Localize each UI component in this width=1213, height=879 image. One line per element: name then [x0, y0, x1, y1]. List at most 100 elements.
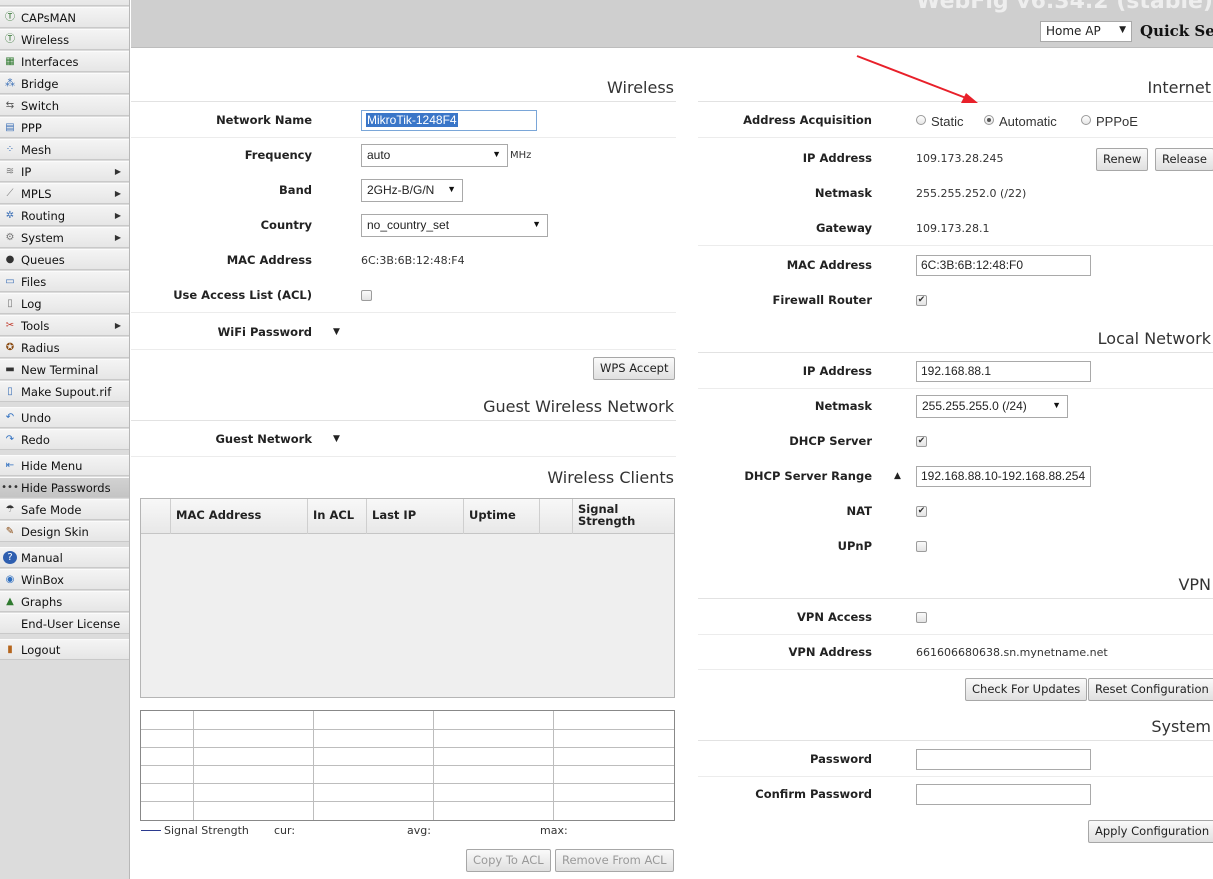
signal-strength-graph: [140, 710, 675, 821]
interfaces-icon: ▦: [5, 55, 15, 67]
sidebar-item-label: Tools: [21, 318, 50, 333]
vpn-access-checkbox[interactable]: [916, 612, 927, 623]
sidebar-item-graphs[interactable]: ▲ Graphs: [0, 591, 129, 612]
band-value: 2GHz-B/G/N: [367, 183, 435, 197]
radio-automatic[interactable]: [984, 115, 994, 125]
lan-ip-input[interactable]: 192.168.88.1: [916, 361, 1091, 382]
release-button[interactable]: Release: [1155, 148, 1213, 171]
frequency-select[interactable]: auto ▼: [361, 144, 508, 167]
vpn-address-label: VPN Address: [788, 645, 872, 659]
sidebar-item-queues[interactable]: ● Queues: [0, 249, 129, 270]
column-last-ip[interactable]: Last IP: [366, 499, 463, 534]
column-uptime[interactable]: Uptime: [463, 499, 539, 534]
bridge-icon: ⁂: [5, 77, 15, 89]
apply-configuration-button[interactable]: Apply Configuration: [1088, 820, 1213, 843]
wan-netmask-row: Netmask 255.255.252.0 (/22): [698, 176, 1213, 211]
wps-accept-button[interactable]: WPS Accept: [593, 357, 676, 380]
sidebar-item-label: WinBox: [21, 572, 64, 587]
system-icon: ⚙: [5, 231, 15, 243]
collapse-triangle-icon[interactable]: ▲: [894, 471, 901, 481]
acl-checkbox[interactable]: [361, 290, 372, 301]
sidebar-item-hide-passwords[interactable]: ••• Hide Passwords: [0, 477, 129, 498]
network-name-input[interactable]: MikroTik-1248F4: [361, 110, 537, 131]
sidebar-item-wireless[interactable]: Ⓣ Wireless: [0, 29, 129, 50]
dhcp-server-checkbox[interactable]: ✔: [916, 436, 927, 447]
sidebar-item-label: Files: [21, 274, 47, 289]
remove-from-acl-button[interactable]: Remove From ACL: [555, 849, 674, 872]
sidebar-item-label: Manual: [21, 550, 63, 565]
copy-to-acl-button[interactable]: Copy To ACL: [466, 849, 551, 872]
sidebar-item-hide-menu[interactable]: ⇤ Hide Menu: [0, 455, 129, 476]
sidebar-item-undo[interactable]: ↶ Undo: [0, 407, 129, 428]
ppp-icon: ▤: [5, 121, 15, 133]
firewall-checkbox[interactable]: ✔: [916, 295, 927, 306]
sidebar-item-switch[interactable]: ⇆ Switch: [0, 95, 129, 116]
sidebar-item-make-supout-rif[interactable]: ▯ Make Supout.rif: [0, 381, 129, 402]
band-select[interactable]: 2GHz-B/G/N ▼: [361, 179, 463, 202]
sidebar-item-capsman[interactable]: Ⓣ CAPsMAN: [0, 7, 129, 28]
column-mac-address[interactable]: MAC Address: [170, 499, 307, 534]
sidebar-item-mesh[interactable]: ⁘ Mesh: [0, 139, 129, 160]
dhcp-range-row: DHCP Server Range ▲ 192.168.88.10-192.16…: [698, 459, 1213, 494]
check-for-updates-button[interactable]: Check For Updates: [965, 678, 1088, 701]
lan-netmask-value: 255.255.255.0 (/24): [922, 399, 1027, 413]
queues-icon: ●: [5, 253, 15, 265]
sidebar-item-system[interactable]: ⚙ System ▶: [0, 227, 129, 248]
routing-icon: ✲: [5, 209, 15, 221]
column-in-acl[interactable]: In ACL: [307, 499, 366, 534]
confirm-password-label: Confirm Password: [755, 787, 872, 801]
radio-static[interactable]: [916, 115, 926, 125]
internet-section-title: Internet: [698, 74, 1213, 102]
sidebar-item-winbox[interactable]: ◉ WinBox: [0, 569, 129, 590]
sidebar-item-radius[interactable]: ✪ Radius: [0, 337, 129, 358]
files-icon: ▭: [5, 275, 15, 287]
country-select[interactable]: no_country_set ▼: [361, 214, 548, 237]
sidebar-item-tools[interactable]: ✂ Tools ▶: [0, 315, 129, 336]
lan-netmask-select[interactable]: 255.255.255.0 (/24) ▼: [916, 395, 1068, 418]
legend-line: [141, 830, 161, 831]
sidebar-item-safe-mode[interactable]: ☂ Safe Mode: [0, 499, 129, 520]
dhcp-server-label: DHCP Server: [789, 434, 872, 448]
column-signal-strength[interactable]: Signal Strength: [572, 499, 662, 534]
sidebar-item-manual[interactable]: ? Manual: [0, 547, 129, 568]
upnp-checkbox[interactable]: [916, 541, 927, 552]
wifi-password-row: WiFi Password ▼: [131, 315, 676, 350]
sidebar-item-mpls[interactable]: ⟋ MPLS ▶: [0, 183, 129, 204]
radio-automatic-label: Automatic: [999, 114, 1057, 129]
confirm-password-input[interactable]: [916, 784, 1091, 805]
password-input[interactable]: [916, 749, 1091, 770]
wan-mac-input[interactable]: 6C:3B:6B:12:48:F0: [916, 255, 1091, 276]
sidebar-item-log[interactable]: ▯ Log: [0, 293, 129, 314]
wan-netmask-label: Netmask: [814, 186, 872, 200]
sidebar-item-logout[interactable]: ▮ Logout: [0, 639, 129, 660]
sidebar-item-ip[interactable]: ≋ IP ▶: [0, 161, 129, 182]
expand-triangle-icon[interactable]: ▼: [333, 327, 340, 337]
sidebar-item-partial[interactable]: [0, 0, 129, 6]
band-label: Band: [279, 183, 312, 197]
upnp-row: UPnP: [698, 529, 1213, 564]
sidebar-item-redo[interactable]: ↷ Redo: [0, 429, 129, 450]
expand-triangle-icon[interactable]: ▼: [333, 434, 340, 444]
chevron-right-icon: ▶: [114, 189, 121, 198]
clients-section-title: Wireless Clients: [547, 468, 674, 487]
sidebar-item-label: Make Supout.rif: [21, 384, 112, 399]
sidebar-item-files[interactable]: ▭ Files: [0, 271, 129, 292]
capsman-icon: Ⓣ: [5, 11, 15, 23]
radio-pppoe[interactable]: [1081, 115, 1091, 125]
dhcp-range-input[interactable]: 192.168.88.10-192.168.88.254: [916, 466, 1091, 487]
sidebar-item-design-skin[interactable]: ✎ Design Skin: [0, 521, 129, 542]
sidebar-item-end-user-license[interactable]: End-User License: [0, 613, 129, 634]
quickset-mode-select[interactable]: Home AP ▼: [1040, 21, 1132, 42]
sidebar-item-routing[interactable]: ✲ Routing ▶: [0, 205, 129, 226]
sidebar-item-label: Wireless: [21, 32, 70, 47]
sidebar-item-new-terminal[interactable]: ▬ New Terminal: [0, 359, 129, 380]
wan-ip-value: 109.173.28.245: [916, 152, 1004, 165]
switch-icon: ⇆: [5, 99, 15, 111]
sidebar-item-ppp[interactable]: ▤ PPP: [0, 117, 129, 138]
nat-checkbox[interactable]: ✔: [916, 506, 927, 517]
wan-mac-label: MAC Address: [786, 258, 872, 272]
renew-button[interactable]: Renew: [1096, 148, 1149, 171]
sidebar-item-interfaces[interactable]: ▦ Interfaces: [0, 51, 129, 72]
sidebar-item-bridge[interactable]: ⁂ Bridge: [0, 73, 129, 94]
reset-configuration-button[interactable]: Reset Configuration: [1088, 678, 1213, 701]
